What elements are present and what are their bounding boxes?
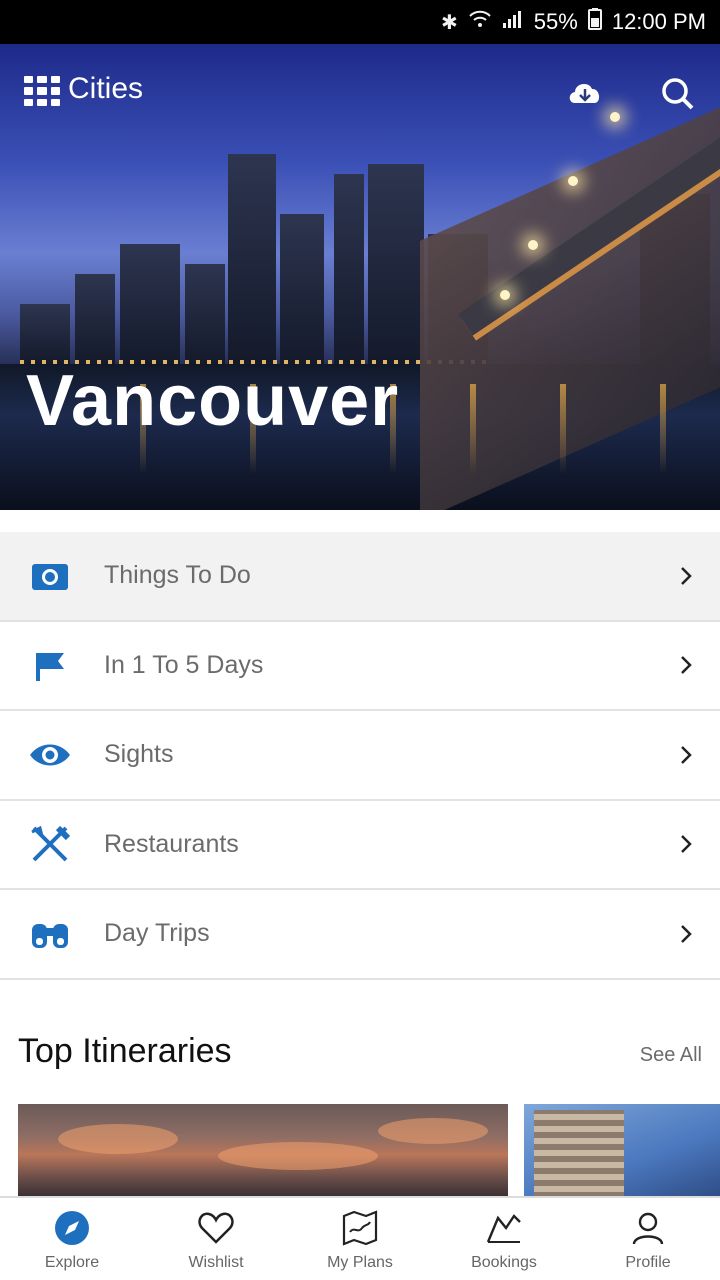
hero-toolbar: Cities	[0, 44, 720, 114]
nav-label: Wishlist	[188, 1254, 244, 1271]
list-item-day-trips[interactable]: Day Trips	[0, 890, 720, 980]
sunset-cloud	[378, 1118, 488, 1144]
list-item-label: Sights	[104, 740, 174, 769]
chevron-right-icon	[676, 653, 696, 677]
bridge-lamp	[500, 290, 510, 300]
chevron-right-icon	[676, 564, 696, 588]
see-all-link[interactable]: See All	[640, 1044, 702, 1067]
itinerary-card-image[interactable]	[524, 1104, 720, 1196]
nav-profile[interactable]: Profile	[576, 1198, 720, 1280]
nav-my-plans[interactable]: My Plans	[288, 1198, 432, 1280]
light-reflection	[660, 384, 666, 474]
skyline-building	[228, 154, 276, 364]
skyline-building	[368, 164, 424, 364]
nav-label: My Plans	[327, 1254, 393, 1271]
tower-building	[534, 1110, 624, 1196]
section-title-top-itineraries: Top Itineraries	[18, 1032, 232, 1070]
list-item-in-1-to-5-days[interactable]: In 1 To 5 Days	[0, 622, 720, 711]
user-icon	[626, 1206, 670, 1250]
skyline-building	[334, 174, 364, 364]
status-bar: ✱ 55% 12:00 PM	[0, 0, 720, 44]
skyline-building	[280, 214, 324, 364]
camera-icon	[26, 554, 74, 598]
list-item-label: In 1 To 5 Days	[104, 650, 264, 679]
chevron-right-icon	[676, 743, 696, 767]
flag-icon	[26, 643, 74, 687]
download-cloud-icon[interactable]	[562, 70, 608, 116]
wifi-icon	[468, 9, 492, 35]
list-item-label: Restaurants	[104, 829, 239, 858]
bridge-lamp	[568, 176, 578, 186]
battery-percent: 55%	[533, 9, 578, 34]
chevron-right-icon	[676, 922, 696, 946]
sunset-cloud	[218, 1142, 378, 1170]
city-title: Vancouver	[26, 361, 400, 441]
compass-icon	[50, 1206, 94, 1250]
eye-icon	[26, 733, 74, 777]
fork-knife-icon	[26, 822, 74, 866]
skyline-building	[120, 244, 180, 364]
list-item-things-to-do[interactable]: Things To Do	[0, 532, 720, 622]
skyline-building	[20, 304, 70, 364]
nav-label: Profile	[625, 1254, 671, 1271]
bridge-lamp	[528, 240, 538, 250]
binoculars-icon	[26, 912, 74, 956]
cities-menu-label[interactable]: Cities	[68, 72, 143, 106]
grid-menu-icon[interactable]	[24, 76, 60, 106]
map-icon	[338, 1206, 382, 1250]
list-item-label: Things To Do	[104, 561, 251, 590]
nav-bookings[interactable]: Bookings	[432, 1198, 576, 1280]
nav-explore[interactable]: Explore	[0, 1198, 144, 1280]
app-screen: ✱ 55% 12:00 PM Cities Vancouver Things T…	[0, 0, 720, 1280]
nav-label: Explore	[44, 1254, 100, 1271]
itinerary-card-image[interactable]	[18, 1104, 508, 1196]
skyline-building	[75, 274, 115, 364]
clock: 12:00 PM	[611, 9, 706, 34]
skyline-building	[185, 264, 225, 364]
ticket-icon	[482, 1206, 526, 1250]
battery-icon	[587, 8, 602, 36]
bluetooth-icon: ✱	[441, 11, 458, 34]
chevron-right-icon	[676, 832, 696, 856]
signal-icon	[502, 9, 524, 35]
nav-label: Bookings	[471, 1254, 537, 1271]
search-icon[interactable]	[654, 70, 700, 116]
light-reflection	[470, 384, 476, 474]
sunset-cloud	[58, 1124, 178, 1154]
light-reflection	[560, 384, 566, 474]
list-item-sights[interactable]: Sights	[0, 711, 720, 801]
nav-wishlist[interactable]: Wishlist	[144, 1198, 288, 1280]
list-item-restaurants[interactable]: Restaurants	[0, 801, 720, 890]
list-item-label: Day Trips	[104, 919, 210, 948]
heart-icon	[194, 1206, 238, 1250]
city-menu-list: Things To Do In 1 To 5 Days Sights Resta…	[0, 532, 720, 980]
bottom-navigation: Explore Wishlist My Plans Bookings Profi…	[0, 1196, 720, 1280]
